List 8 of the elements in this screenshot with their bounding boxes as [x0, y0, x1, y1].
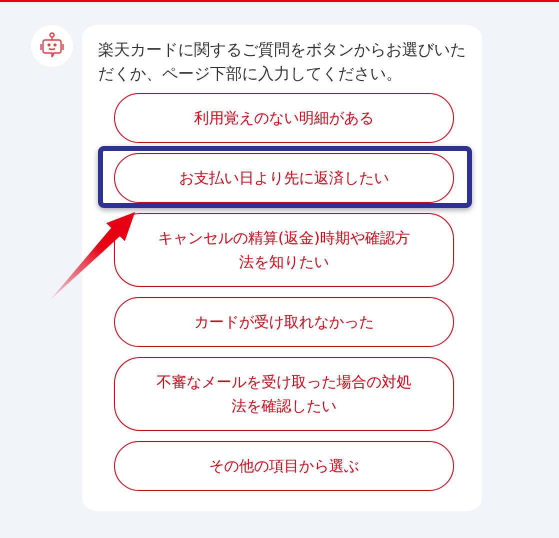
option-button[interactable]: カードが受け取れなかった: [114, 297, 454, 347]
option-button[interactable]: お支払い日より先に返済したい: [114, 153, 454, 203]
option-button[interactable]: キャンセルの精算(返金)時期や確認方法を知りたい: [114, 213, 454, 287]
robot-icon: [38, 32, 66, 60]
option-button[interactable]: 不審なメールを受け取った場合の対処法を確認したい: [114, 357, 454, 431]
bot-message: 楽天カードに関するご質問をボタンからお選びいただくか、ページ下部に入力してください。: [98, 39, 467, 85]
option-button[interactable]: その他の項目から選ぶ: [114, 441, 454, 491]
option-button[interactable]: 利用覚えのない明細がある: [114, 93, 454, 143]
